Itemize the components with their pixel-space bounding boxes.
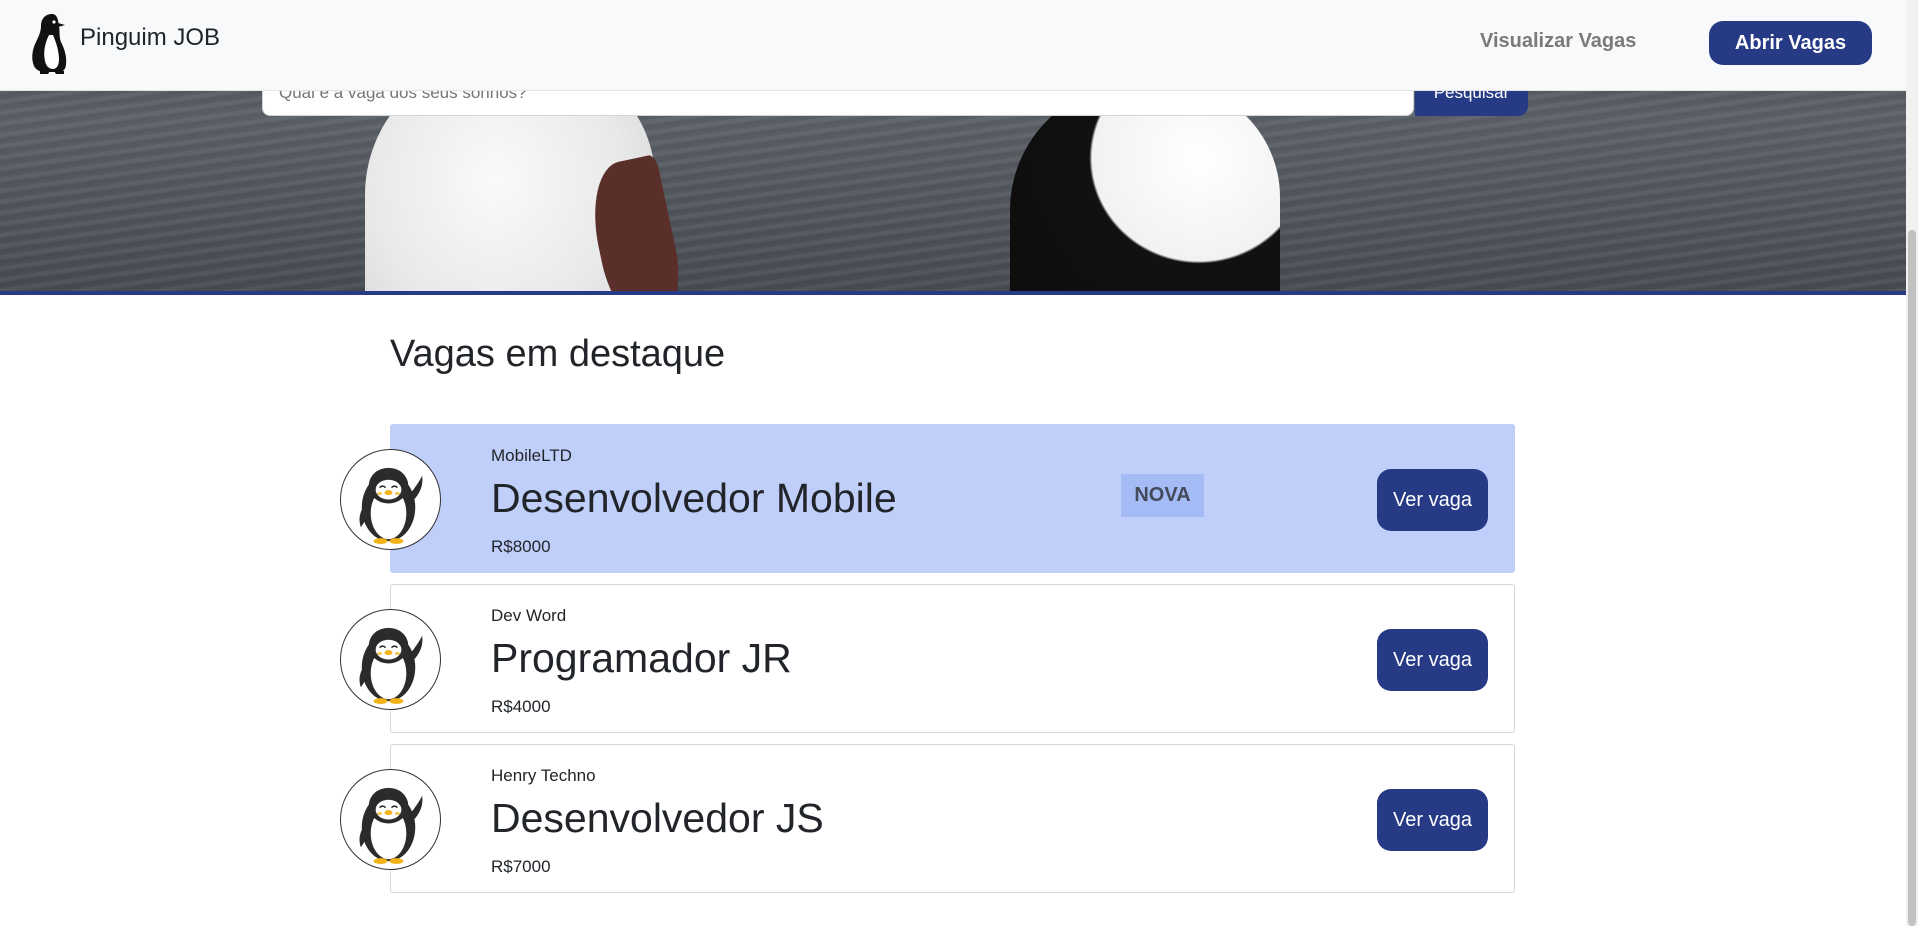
nav-view-jobs-link[interactable]: Visualizar Vagas [1480,30,1636,53]
brand-name: Pinguim JOB [80,24,221,51]
job-card: Henry Techno Desenvolvedor JS R$7000 Ver… [340,744,1515,893]
penguin-logo-icon [28,12,72,74]
company-name: MobileLTD [491,446,572,465]
waving-penguin-icon [340,769,441,870]
waving-penguin-icon [340,449,441,550]
page-scrollbar[interactable] [1906,0,1918,926]
job-salary: R$7000 [491,857,551,876]
new-badge: NOVA [1121,474,1204,517]
hero-bottom-border [0,291,1906,295]
brand-logo-link[interactable]: Pinguim JOB [28,12,220,74]
view-job-button[interactable]: Ver vaga [1377,789,1488,851]
open-jobs-button[interactable]: Abrir Vagas [1709,21,1872,65]
view-job-button[interactable]: Ver vaga [1377,629,1488,691]
job-title: Desenvolvedor JS [491,795,824,841]
featured-jobs-title: Vagas em destaque [390,333,726,375]
view-job-button[interactable]: Ver vaga [1377,469,1488,531]
top-navbar: Pinguim JOB Visualizar Vagas Abrir Vagas [0,0,1906,91]
company-name: Dev Word [491,606,567,625]
job-title: Programador JR [491,635,792,681]
company-name: Henry Techno [491,766,596,785]
job-card: MobileLTD Desenvolvedor Mobile R$8000 NO… [340,424,1515,573]
scrollbar-thumb[interactable] [1908,230,1916,926]
job-salary: R$4000 [491,697,551,716]
job-card: Dev Word Programador JR R$4000 Ver vaga [340,584,1515,733]
waving-penguin-icon [340,609,441,710]
job-title: Desenvolvedor Mobile [491,475,897,521]
job-salary: R$8000 [491,537,551,556]
